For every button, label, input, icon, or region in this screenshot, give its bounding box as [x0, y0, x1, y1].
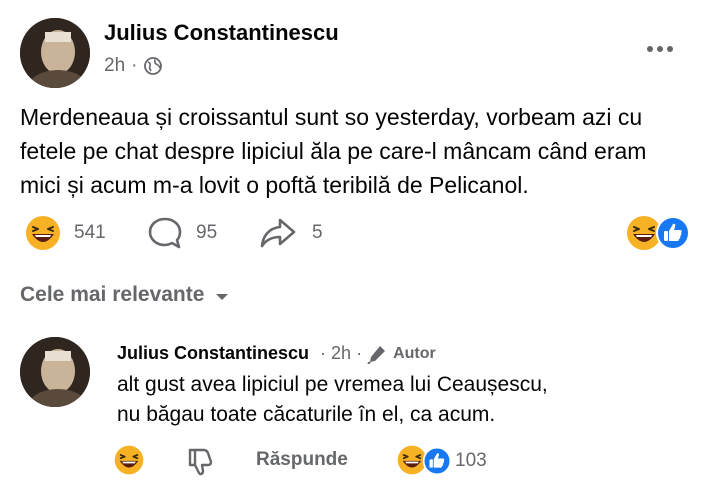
like-icon	[656, 216, 690, 250]
sort-label: Cele mai relevante	[20, 283, 205, 306]
comment-sort-dropdown[interactable]: Cele mai relevante	[20, 283, 230, 307]
post-actions-bar: 541 95 5	[0, 212, 706, 256]
laughing-emoji-icon[interactable]	[113, 444, 145, 476]
reaction-summary[interactable]	[625, 214, 691, 254]
globe-icon[interactable]	[143, 56, 163, 76]
meta-separator: ·	[131, 55, 138, 76]
more-options-icon[interactable]	[640, 34, 680, 64]
comment-actions-bar: Răspunde 103	[0, 440, 706, 480]
caret-down-icon	[216, 293, 229, 300]
dislike-icon[interactable]	[187, 446, 213, 476]
react-button[interactable]: 541	[24, 214, 106, 252]
post-text: Merdeneaua și croissantul sunt so yester…	[20, 104, 647, 198]
comment-header: Julius Constantinescu · 2h · Autor	[117, 343, 436, 364]
share-icon	[260, 218, 296, 248]
comment-reaction-count[interactable]: 103	[455, 450, 487, 472]
comment-author-name[interactable]: Julius Constantinescu	[117, 343, 309, 364]
comment-timestamp[interactable]: 2h	[331, 343, 351, 364]
reply-button[interactable]: Răspunde	[256, 449, 348, 471]
comment-meta: · 2h · Autor	[315, 343, 436, 364]
post-author-avatar[interactable]	[20, 18, 90, 88]
comment-count[interactable]: 95	[196, 222, 217, 244]
share-count[interactable]: 5	[312, 222, 323, 244]
pen-icon	[367, 345, 386, 364]
post-timestamp[interactable]: 2h	[104, 55, 125, 77]
meta-separator: ·	[356, 343, 363, 363]
post-meta: 2h ·	[104, 55, 163, 77]
comment-reaction-summary[interactable]	[396, 444, 456, 478]
comment-button[interactable]: 95	[146, 214, 217, 252]
share-button[interactable]: 5	[258, 214, 323, 252]
comment-icon	[148, 217, 182, 249]
meta-separator: ·	[320, 343, 327, 363]
laughing-emoji-icon	[26, 216, 60, 250]
comment-author-avatar[interactable]	[20, 337, 90, 407]
like-icon	[422, 446, 452, 476]
reaction-count[interactable]: 541	[74, 222, 106, 244]
author-badge: Autor	[367, 344, 436, 364]
comment-text: alt gust avea lipiciul pe vremea lui Cea…	[117, 373, 548, 426]
post-author-name[interactable]: Julius Constantinescu	[104, 20, 339, 46]
author-badge-label: Autor	[393, 344, 436, 362]
